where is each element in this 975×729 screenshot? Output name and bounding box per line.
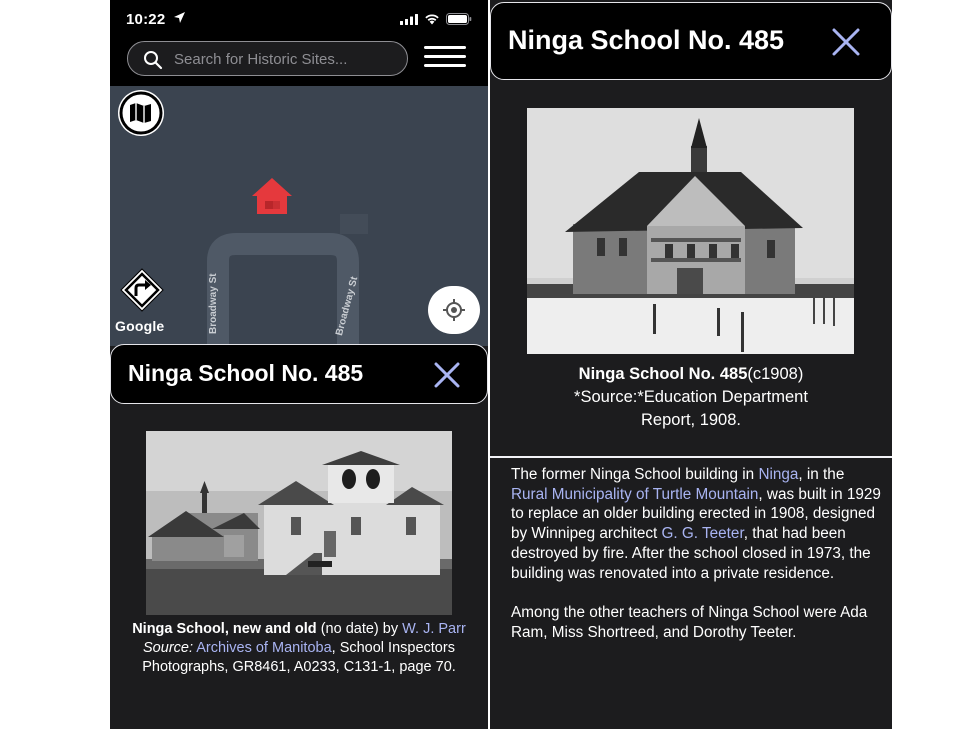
ninga-link[interactable]: Ninga	[758, 466, 798, 483]
photo-caption: Ninga School No. 485(c1908) *Source:*Edu…	[510, 363, 872, 432]
caption-source: *Source:*Education Department Report, 19…	[574, 388, 808, 429]
school-photo-image	[146, 431, 452, 615]
site-description: The former Ninga School building in Ning…	[511, 465, 883, 662]
turtle-mountain-link[interactable]: Rural Municipality of Turtle Mountain	[511, 486, 758, 503]
map-icon	[119, 91, 163, 135]
left-phone-screen: 10:22 Search for Historic Sites... Googl…	[110, 0, 488, 729]
historic-photo	[527, 108, 854, 354]
hamburger-menu-icon[interactable]	[424, 46, 466, 70]
historic-photo	[146, 431, 452, 615]
description-paragraph: Among the other teachers of Ninga School…	[511, 603, 868, 641]
teeter-link[interactable]: G. G. Teeter	[662, 525, 744, 542]
my-location-button[interactable]	[428, 286, 480, 334]
caption-date: (no date)	[320, 621, 379, 637]
search-input[interactable]	[174, 48, 394, 70]
close-icon[interactable]	[831, 27, 861, 57]
directions-icon[interactable]	[118, 266, 166, 314]
page-title: Ninga School No. 485	[508, 25, 785, 55]
search-bar	[110, 40, 488, 86]
status-icons	[400, 13, 472, 25]
description-paragraph: The former Ninga School building in Ning…	[511, 465, 883, 583]
detail-title-bar: Ninga School No. 485	[110, 344, 488, 404]
body-text-segment: , in the	[798, 466, 845, 483]
page-title: Ninga School No. 485	[128, 360, 364, 386]
caption-by: by	[382, 621, 399, 637]
close-icon[interactable]	[433, 361, 461, 389]
right-phone-screen: Ninga School No. 485 Ninga School No. 48…	[490, 0, 892, 729]
body-text-segment: The former Ninga School building in	[511, 466, 759, 483]
school-photo-image	[527, 108, 854, 354]
street-label: Broadway St	[208, 273, 219, 334]
archives-link[interactable]: Archives of Manitoba	[196, 640, 331, 656]
map-layers-button[interactable]	[118, 90, 164, 136]
battery-icon	[446, 13, 472, 25]
detail-title-bar: Ninga School No. 485	[490, 2, 892, 80]
map-view[interactable]: Google Broadway St Broadway St	[110, 86, 488, 346]
historic-site-marker-icon[interactable]	[250, 176, 294, 216]
source-label: Source:	[143, 640, 193, 656]
caption-title: Ninga School, new and old	[132, 621, 317, 637]
google-attribution: Google	[115, 318, 165, 334]
search-field[interactable]	[127, 41, 408, 76]
search-icon	[144, 51, 163, 70]
cellular-signal-icon	[400, 13, 418, 25]
status-bar: 10:22	[110, 0, 488, 40]
author-link[interactable]: W. J. Parr	[402, 621, 466, 637]
location-arrow-icon	[174, 12, 185, 23]
crosshair-icon	[443, 299, 465, 321]
status-time: 10:22	[126, 11, 166, 28]
section-divider	[490, 456, 892, 458]
photo-caption: Ninga School, new and old (no date) by W…	[132, 620, 466, 677]
wifi-icon	[425, 14, 439, 25]
caption-date: (c1908)	[747, 365, 804, 383]
caption-title: Ninga School No. 485	[578, 365, 748, 383]
